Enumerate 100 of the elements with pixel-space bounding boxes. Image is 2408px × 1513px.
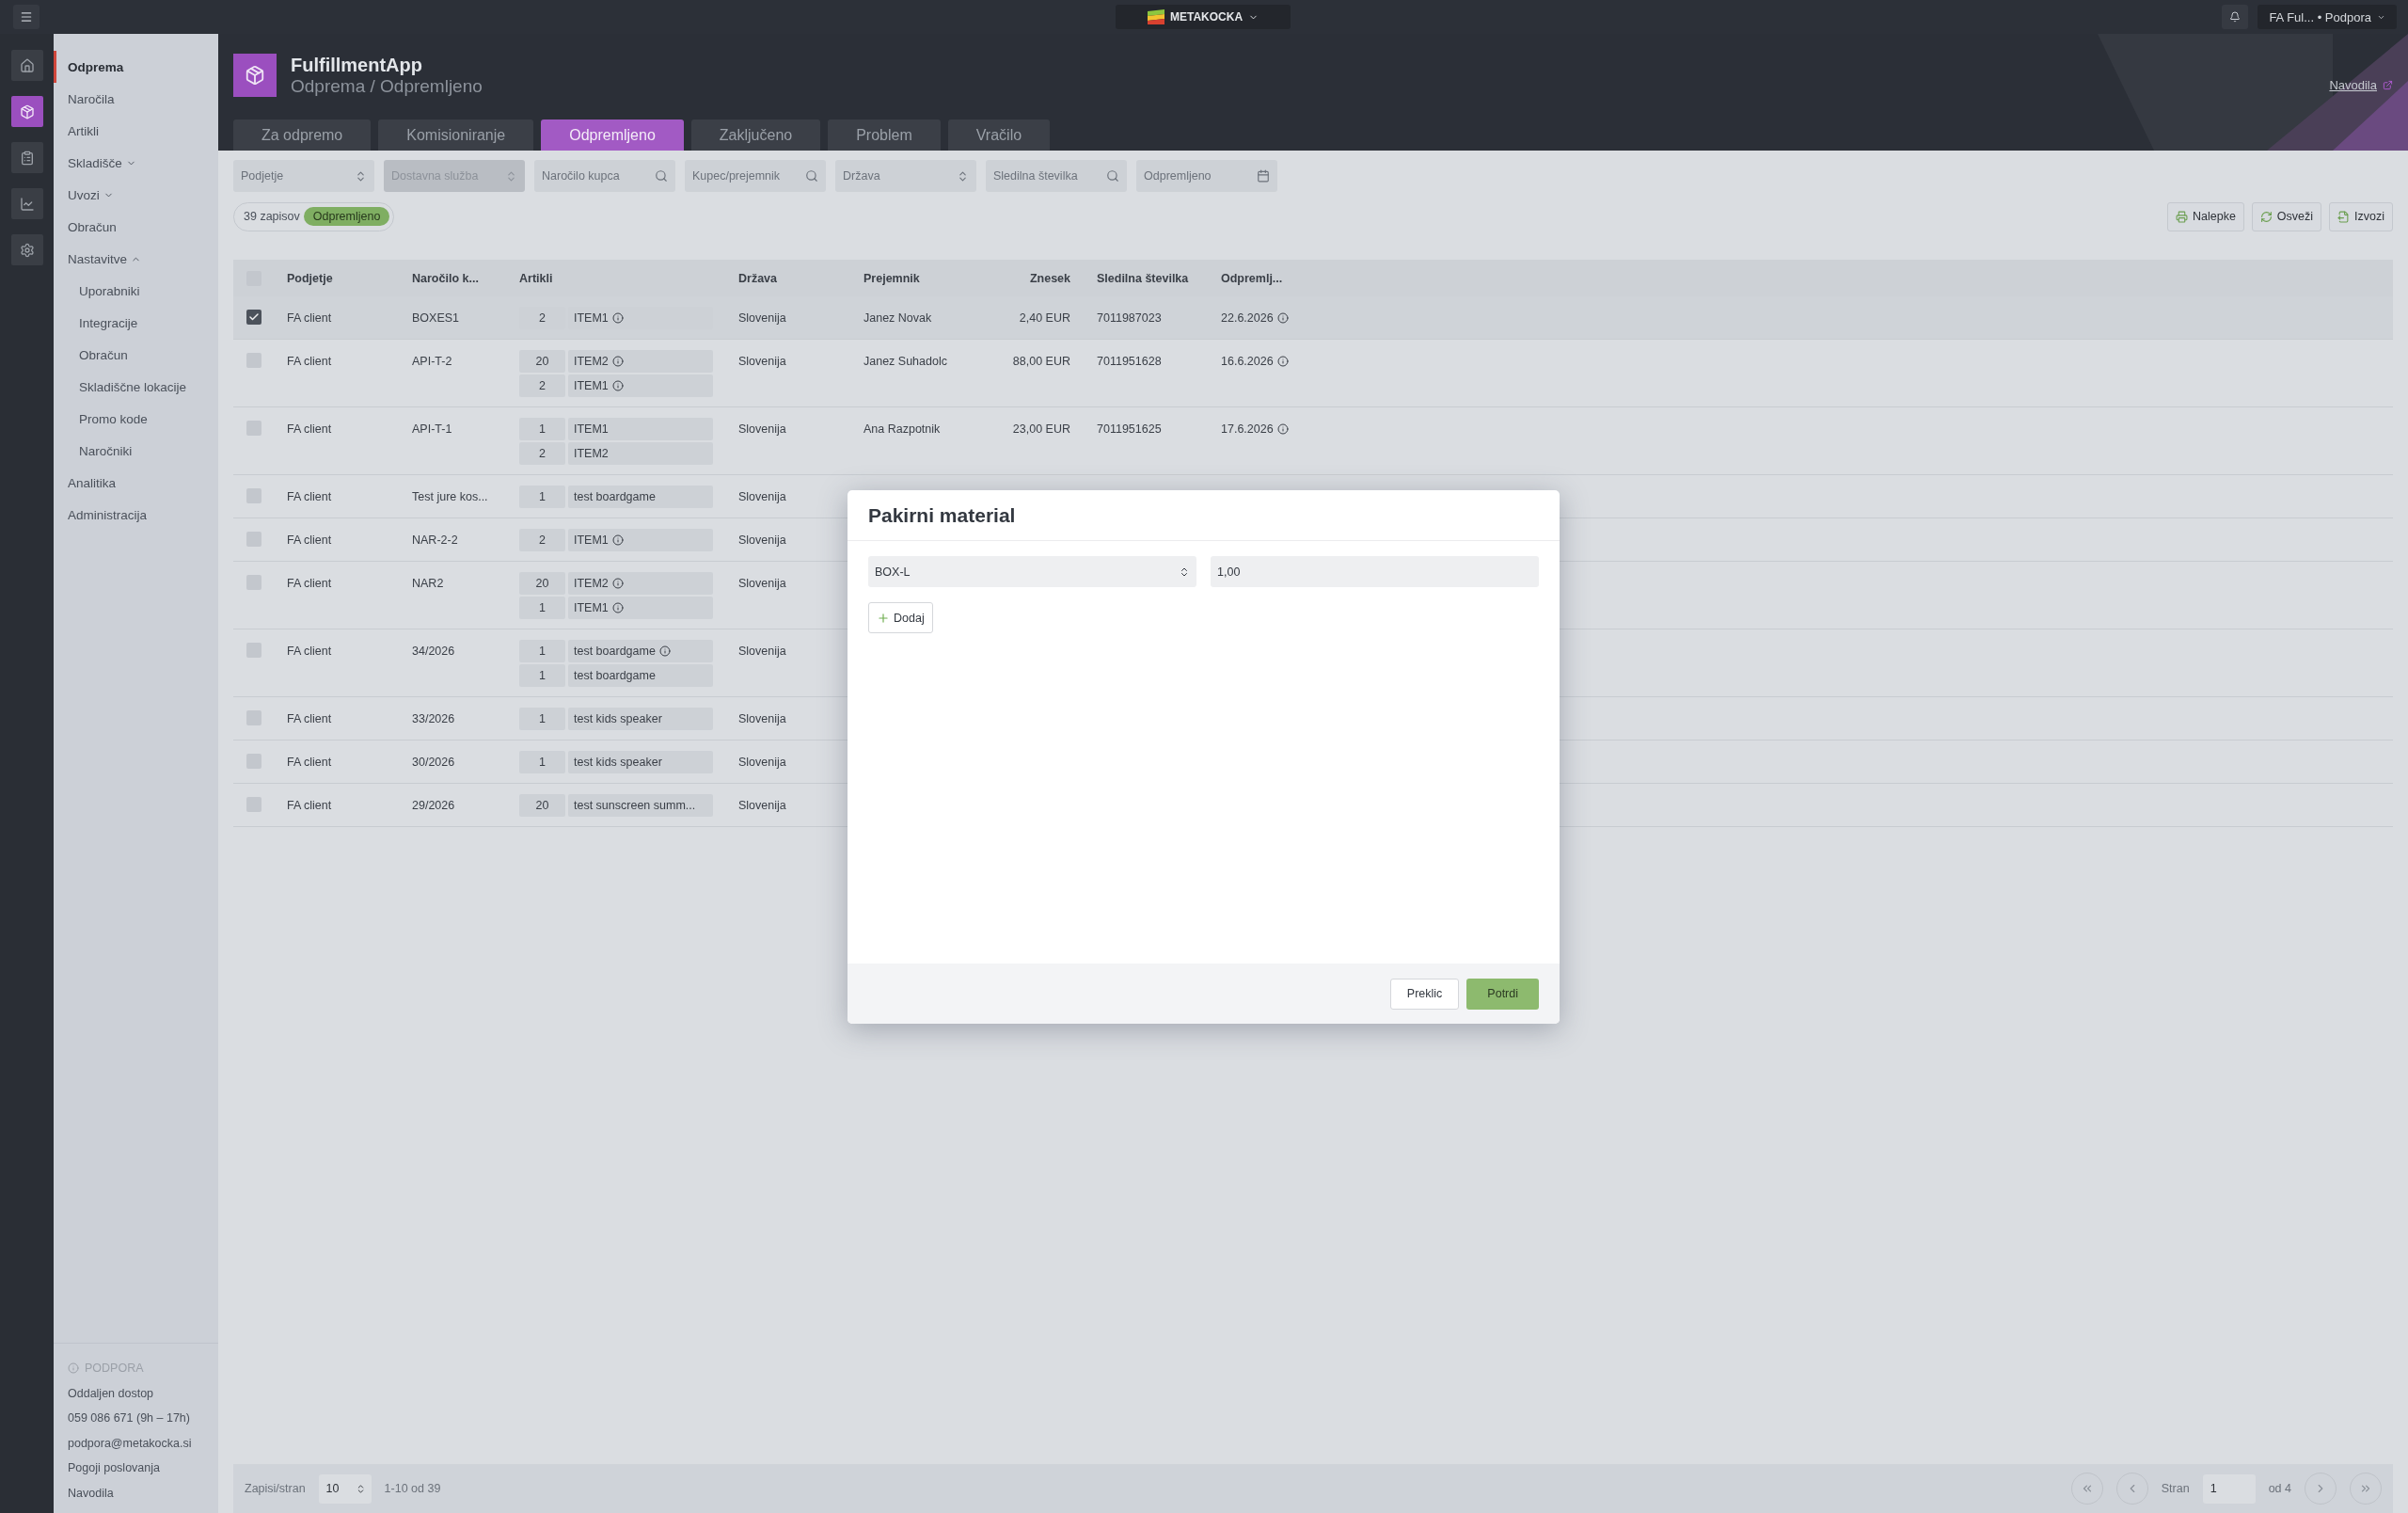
column-header[interactable]: Prejemnik: [863, 271, 988, 285]
column-header[interactable]: Država: [738, 271, 863, 285]
sidebar-item[interactable]: Administracija: [54, 499, 218, 531]
support-link[interactable]: 059 086 671 (9h – 17h): [68, 1406, 218, 1431]
filter-field[interactable]: Država: [835, 160, 976, 192]
cancel-button[interactable]: Preklic: [1389, 978, 1460, 1010]
tab[interactable]: Problem: [828, 119, 941, 151]
toolbar-button[interactable]: Osveži: [2251, 201, 2322, 231]
support-link[interactable]: Pogoji poslovanja: [68, 1456, 218, 1481]
nav-rail-button[interactable]: [10, 142, 43, 173]
page-label: Stran: [2161, 1482, 2190, 1495]
column-header[interactable]: Podjetje: [287, 271, 412, 285]
table-cell-text: 23,00 EUR: [1011, 422, 1070, 438]
table-cell-text: FA client: [287, 422, 333, 438]
account-menu[interactable]: FA Ful... • Podpora: [2258, 5, 2397, 29]
status-badge: Odpremljeno: [303, 207, 390, 226]
filter-field[interactable]: Kupec/prejemnik: [685, 160, 826, 192]
info-icon: [611, 534, 624, 546]
filter-field[interactable]: Sledilna številka: [986, 160, 1127, 192]
date-text: 16.6.2026: [1221, 354, 1274, 370]
info-icon: [611, 602, 624, 613]
sidebar-item[interactable]: Obračun: [54, 339, 218, 371]
table-cell-text: Slovenija: [738, 311, 787, 326]
dialog-title: Pakirni material: [848, 490, 1560, 541]
column-header[interactable]: Sledilna številka: [1070, 271, 1221, 285]
info-icon: [611, 356, 624, 367]
check-icon: [248, 311, 260, 323]
column-header[interactable]: Znesek: [988, 271, 1070, 285]
filter-field[interactable]: Naročilo kupca: [534, 160, 675, 192]
sidebar-item[interactable]: Integracije: [54, 307, 218, 339]
quantity-cell: 20: [519, 794, 565, 817]
table-cell-text: FA client: [287, 576, 333, 592]
brand-switcher[interactable]: METAKOCKA: [1116, 5, 1291, 29]
sidebar-item[interactable]: Artikli: [54, 115, 218, 147]
printer-icon: [2175, 210, 2188, 223]
table-cell-text: Slovenija: [738, 576, 787, 592]
table-cell-text: FA client: [287, 755, 333, 771]
item-name: ITEM1: [574, 311, 609, 325]
confirm-button[interactable]: Potrdi: [1466, 978, 1539, 1010]
filter-field[interactable]: Odpremljeno: [1136, 160, 1277, 192]
sidebar-item[interactable]: Skladišče: [54, 147, 218, 179]
item-name: test boardgame: [574, 490, 656, 503]
sidebar-item[interactable]: Nastavitve: [54, 243, 218, 275]
table-cell-text: NAR-2-2: [412, 533, 459, 549]
add-button[interactable]: Dodaj: [868, 602, 933, 633]
quantity-field[interactable]: 1,00: [1211, 556, 1539, 587]
nav-rail-button[interactable]: [10, 234, 43, 265]
material-select[interactable]: BOX-L: [868, 556, 1196, 587]
tab[interactable]: Za odpremo: [233, 119, 372, 151]
support-link[interactable]: podpora@metakocka.si: [68, 1430, 218, 1456]
table-cell-text: Slovenija: [738, 422, 787, 438]
support-link[interactable]: Oddaljen dostop: [68, 1380, 218, 1406]
column-header[interactable]: Naročilo k...: [412, 271, 519, 285]
info-icon: [611, 312, 624, 324]
record-count: 39 zapisov: [244, 210, 300, 223]
sidebar-item[interactable]: Naročniki: [54, 435, 218, 467]
tab[interactable]: Komisioniranje: [378, 119, 534, 151]
item-name: ITEM1: [574, 601, 609, 614]
tab[interactable]: Vračilo: [947, 119, 1051, 151]
menu-icon: [20, 10, 33, 24]
checkbox[interactable]: [246, 310, 261, 325]
notifications-button[interactable]: [2222, 5, 2249, 29]
menu-button[interactable]: [13, 5, 40, 29]
double-chevron-right-icon: [2359, 1482, 2372, 1495]
table-cell-text: 88,00 EUR: [1011, 354, 1070, 370]
table-cell-text: FA client: [287, 354, 333, 370]
sidebar-item[interactable]: Analitika: [54, 467, 218, 499]
filter-field[interactable]: Podjetje: [233, 160, 374, 192]
package-icon: [19, 104, 35, 119]
toolbar-button[interactable]: Nalepke: [2166, 201, 2244, 231]
table-cell-text: API-T-2: [412, 354, 453, 370]
nav-rail-button[interactable]: [10, 96, 43, 127]
table-cell-text: 34/2026: [412, 644, 456, 660]
date-text: 22.6.2026: [1221, 311, 1274, 326]
table-cell-text: Slovenija: [738, 644, 787, 660]
sidebar-item[interactable]: Obračun: [54, 211, 218, 243]
search-icon: [1106, 169, 1119, 183]
quantity-cell: 1: [519, 486, 565, 508]
sidebar-item[interactable]: Uvozi: [54, 179, 218, 211]
table-cell-text: Slovenija: [738, 711, 787, 727]
column-header[interactable]: Artikli: [519, 271, 738, 285]
toolbar-button[interactable]: Izvozi: [2329, 201, 2393, 231]
sidebar-item[interactable]: Promo kode: [54, 403, 218, 435]
tab[interactable]: Zaključeno: [690, 119, 821, 151]
page-size-select[interactable]: 10: [318, 1473, 372, 1504]
help-link[interactable]: Navodila: [2329, 78, 2393, 92]
page-field[interactable]: 1: [2202, 1473, 2256, 1504]
support-link[interactable]: Navodila: [68, 1480, 218, 1505]
quantity-cell: 2: [519, 374, 565, 397]
sidebar-item[interactable]: Naročila: [54, 83, 218, 115]
column-header[interactable]: Odpremlj...: [1221, 271, 2393, 285]
tab[interactable]: Odpremljeno: [541, 119, 684, 151]
table-cell-text: Slovenija: [738, 755, 787, 771]
sidebar-item[interactable]: Uporabniki: [54, 275, 218, 307]
sidebar-item[interactable]: Skladiščne lokacije: [54, 371, 218, 403]
settings-icon: [19, 242, 35, 258]
export-icon: [2337, 210, 2351, 223]
table-cell-text: FA client: [287, 311, 333, 326]
sort-arrows-icon: [355, 169, 367, 183]
item-name: test boardgame: [574, 669, 656, 682]
